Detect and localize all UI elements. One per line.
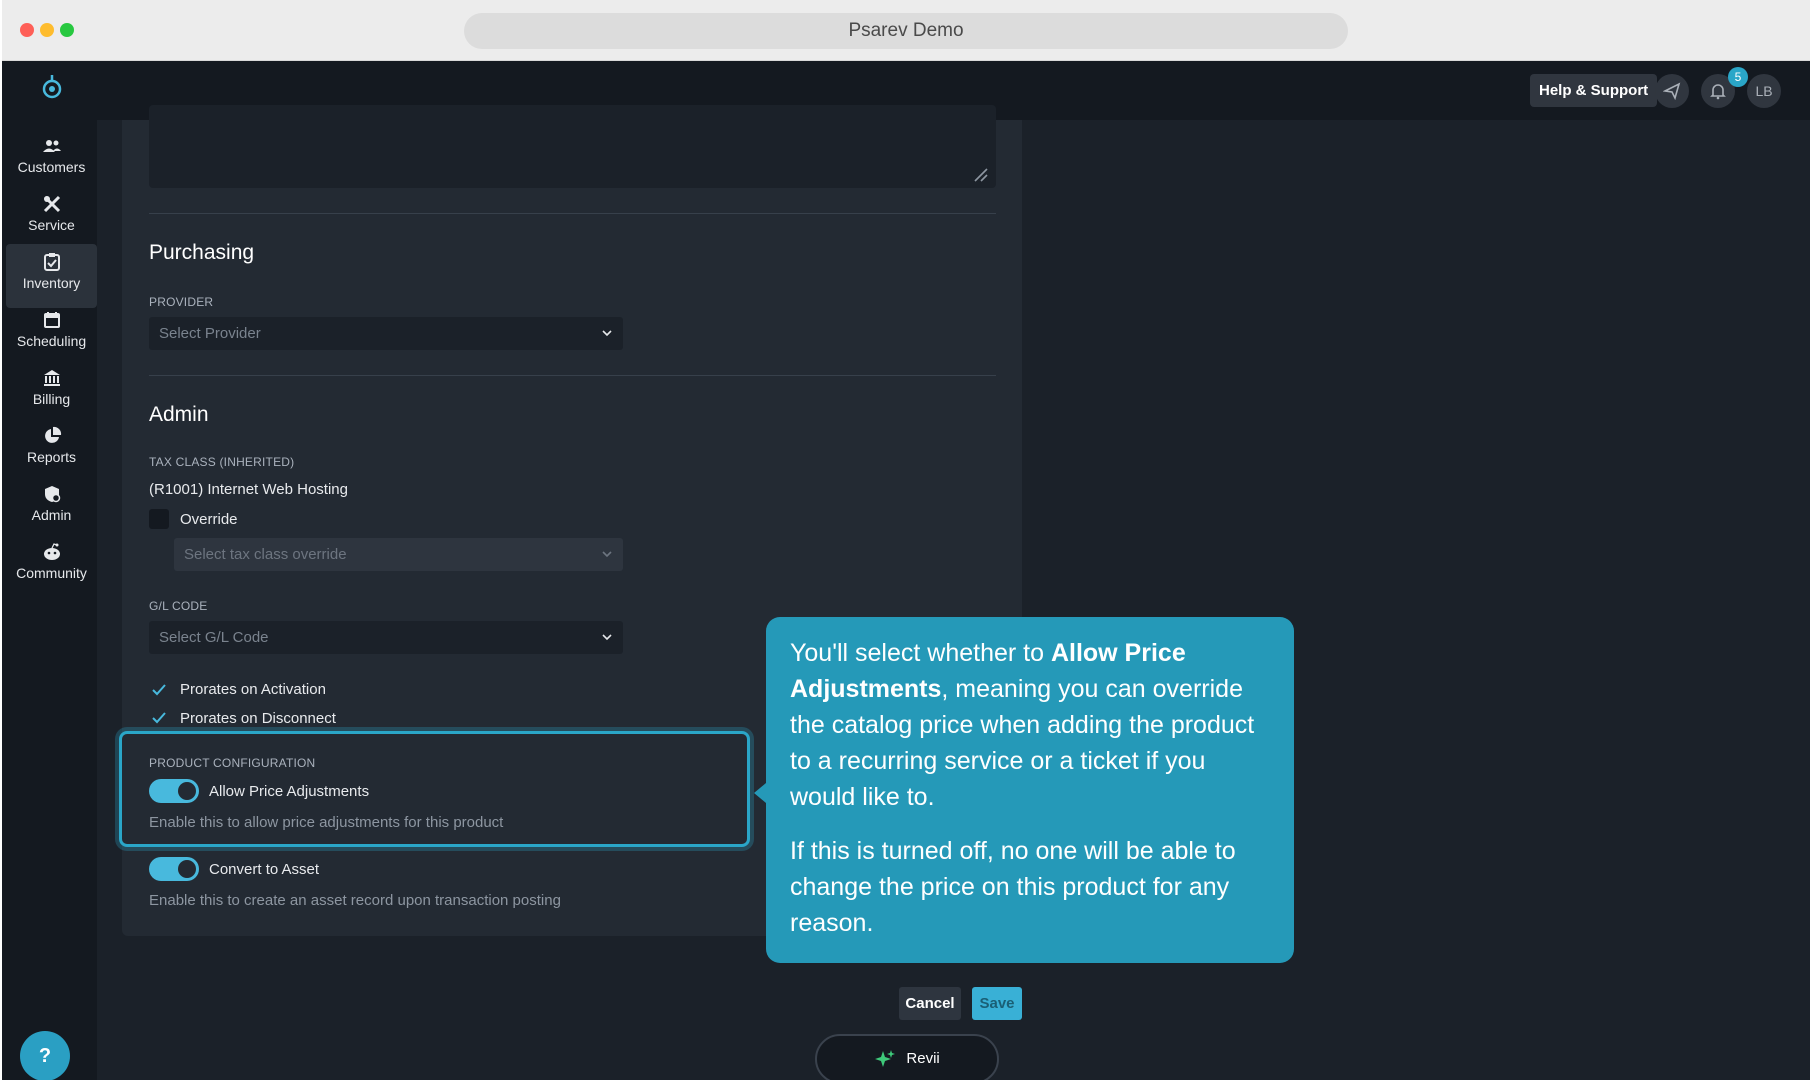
sidebar-item-label: Scheduling [16, 333, 87, 349]
address-bar[interactable]: Psarev Demo [464, 13, 1348, 49]
walkthrough-tooltip: You'll select whether to Allow Price Adj… [766, 617, 1294, 963]
tax-class-value: (R1001) Internet Web Hosting [149, 481, 348, 498]
sidebar-item-customers[interactable]: Customers [6, 128, 97, 192]
gl-code-select[interactable]: Select G/L Code [149, 621, 623, 654]
tax-class-label: TAX CLASS (INHERITED) [149, 455, 295, 469]
chevron-down-icon [602, 634, 612, 641]
convert-to-asset-help: Enable this to create an asset record up… [149, 892, 561, 909]
sidebar: Customers Service Inventory Scheduling B… [2, 120, 97, 1080]
cancel-button[interactable]: Cancel [899, 987, 961, 1020]
help-support-button[interactable]: Help & Support [1530, 74, 1658, 107]
bank-icon [43, 370, 60, 386]
gl-code-select-value: Select G/L Code [159, 629, 269, 646]
sidebar-item-label: Customers [17, 159, 86, 175]
tooltip-paragraph-1: You'll select whether to Allow Price Adj… [790, 635, 1270, 815]
notification-count-badge: 5 [1728, 67, 1748, 87]
save-button[interactable]: Save [972, 987, 1022, 1020]
sidebar-item-service[interactable]: Service [6, 186, 97, 250]
revii-assistant-button[interactable]: Revii [815, 1034, 999, 1080]
chevron-down-icon [602, 330, 612, 337]
prorates-disconnect-checkbox[interactable] [150, 709, 168, 727]
tooltip-text: You'll select whether to [790, 639, 1051, 667]
admin-icon [44, 486, 60, 503]
sidebar-item-label: Admin [31, 507, 72, 523]
prorates-disconnect-label: Prorates on Disconnect [180, 710, 336, 727]
sidebar-item-scheduling[interactable]: Scheduling [6, 302, 97, 366]
provider-label: PROVIDER [149, 295, 214, 309]
description-textarea[interactable] [149, 105, 996, 188]
provider-select[interactable]: Select Provider [149, 317, 623, 350]
minimize-window-button[interactable] [40, 23, 54, 37]
sidebar-item-billing[interactable]: Billing [6, 360, 97, 424]
app-window: Psarev Demo Help & Support 5 LB Customer… [2, 0, 1810, 1080]
app-logo-icon[interactable] [40, 73, 64, 101]
provider-select-value: Select Provider [159, 325, 261, 342]
gl-code-label: G/L CODE [149, 599, 208, 613]
pie-chart-icon [44, 426, 61, 443]
help-question-button[interactable]: ? [20, 1031, 70, 1080]
prorates-activation-checkbox[interactable] [150, 681, 168, 699]
sidebar-item-admin[interactable]: Admin [6, 476, 97, 540]
sidebar-item-label: Community [16, 565, 87, 581]
tooltip-arrow [754, 783, 766, 803]
sidebar-item-label: Inventory [22, 275, 81, 291]
browser-titlebar: Psarev Demo [2, 0, 1810, 61]
section-divider [149, 213, 996, 214]
override-checkbox[interactable] [149, 509, 169, 529]
section-divider [149, 375, 996, 376]
tax-override-select-value: Select tax class override [184, 546, 347, 563]
tooltip-paragraph-2: If this is turned off, no one will be ab… [790, 837, 1236, 937]
sidebar-item-inventory[interactable]: Inventory [6, 244, 97, 308]
admin-section-title: Admin [149, 403, 209, 426]
purchasing-section-title: Purchasing [149, 241, 255, 264]
close-window-button[interactable] [20, 23, 34, 37]
sidebar-item-label: Service [28, 217, 75, 233]
toggle-knob [178, 860, 196, 878]
allow-price-adjustments-label: Allow Price Adjustments [209, 783, 370, 800]
prorates-activation-label: Prorates on Activation [180, 681, 326, 698]
sidebar-item-label: Reports [26, 449, 77, 465]
convert-to-asset-toggle[interactable] [149, 857, 199, 881]
community-icon [43, 543, 60, 560]
sidebar-item-label: Billing [32, 391, 71, 407]
revii-label: Revii [906, 1050, 940, 1067]
sparkle-icon [875, 1050, 896, 1068]
inventory-icon [43, 253, 60, 271]
convert-to-asset-label: Convert to Asset [209, 861, 320, 878]
override-label: Override [180, 511, 238, 528]
customers-icon [42, 140, 61, 152]
product-configuration-label: PRODUCT CONFIGURATION [149, 756, 316, 770]
user-avatar[interactable]: LB [1747, 74, 1781, 108]
toggle-knob [178, 782, 196, 800]
service-icon [43, 195, 60, 213]
sidebar-item-reports[interactable]: Reports [6, 418, 97, 482]
calendar-icon [43, 312, 60, 328]
maximize-window-button[interactable] [60, 23, 74, 37]
sidebar-item-community[interactable]: Community [6, 534, 97, 598]
tax-override-select[interactable]: Select tax class override [174, 538, 623, 571]
allow-price-adjustments-help: Enable this to allow price adjustments f… [149, 814, 504, 831]
send-icon[interactable] [1655, 74, 1689, 108]
allow-price-adjustments-toggle[interactable] [149, 779, 199, 803]
chevron-down-icon [602, 551, 612, 558]
resize-handle-icon[interactable] [972, 166, 988, 182]
